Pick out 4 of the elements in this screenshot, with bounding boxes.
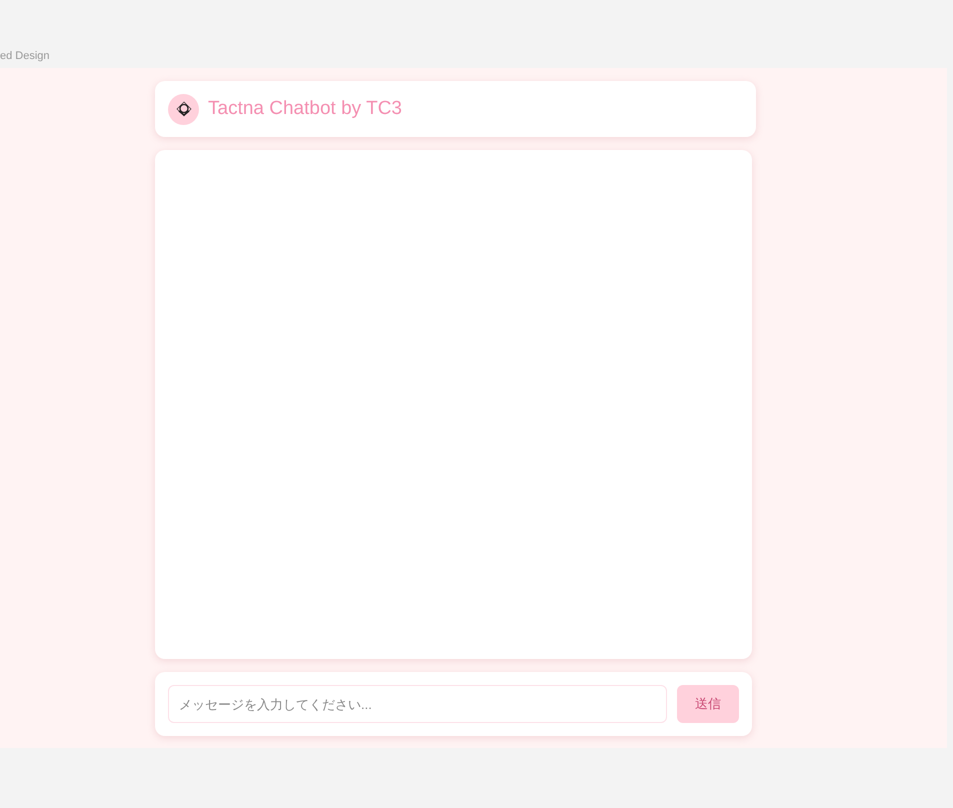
message-input-field[interactable]: メッセージを入力してください... [168,685,667,723]
chatbot-title: Tactna Chatbot by TC3 [208,96,402,121]
frame-label: ed Design [0,51,50,62]
chatbot-logo-icon [168,94,199,124]
